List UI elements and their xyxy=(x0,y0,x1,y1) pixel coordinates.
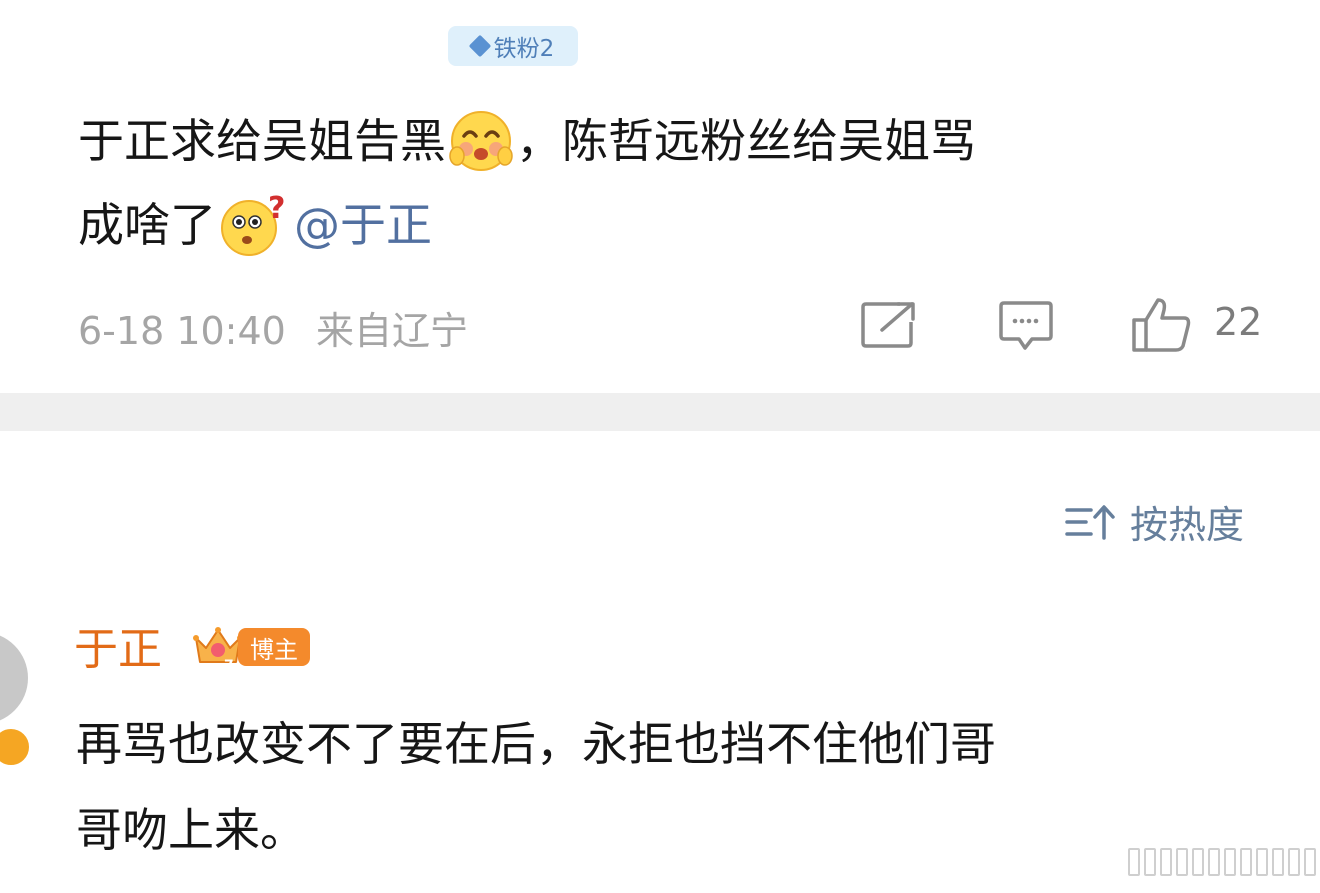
post-text-segment: ，陈哲远粉丝给吴姐骂 xyxy=(516,114,976,168)
sort-icon xyxy=(1065,504,1115,540)
watermark-bar xyxy=(1160,848,1172,876)
share-icon[interactable] xyxy=(860,300,918,350)
sort-by-hot-button[interactable]: 按热度 xyxy=(1064,494,1244,549)
watermark-bar xyxy=(1144,848,1156,876)
watermark-bar xyxy=(1128,848,1140,876)
mention-link[interactable]: @于正 xyxy=(294,195,432,255)
smiling-blush-emoji-icon xyxy=(449,111,513,171)
post-meta: 6-18 10:40 来自辽宁 xyxy=(78,300,468,355)
watermark-bar xyxy=(1224,848,1236,876)
post-text-line-1: 于正求给吴姐告黑 ，陈哲远粉丝给吴姐骂 xyxy=(78,106,976,176)
section-divider xyxy=(0,393,1320,431)
vip-badge: 7 博主 xyxy=(190,622,310,672)
comment-icon[interactable] xyxy=(998,300,1054,354)
watermark-bar xyxy=(1240,848,1252,876)
like-count: 22 xyxy=(1214,300,1263,344)
verified-badge-icon xyxy=(0,726,32,768)
watermark-bar xyxy=(1304,848,1316,876)
diamond-icon xyxy=(468,34,491,58)
post-location: 来自辽宁 xyxy=(315,309,468,353)
post-time: 6-18 10:40 xyxy=(78,309,286,353)
watermark xyxy=(1128,848,1320,876)
watermark-bar xyxy=(1272,848,1284,876)
commenter-name[interactable]: 于正 xyxy=(74,622,162,678)
post-text-segment: 于正求给吴姐告黑 xyxy=(78,114,446,168)
fan-badge-label: 铁粉2 xyxy=(493,36,555,62)
watermark-bar xyxy=(1288,848,1300,876)
post-text-line-2: 成啥了 ? @于正 xyxy=(78,192,432,258)
blogger-tag: 博主 xyxy=(238,628,310,666)
watermark-bar xyxy=(1256,848,1268,876)
watermark-bar xyxy=(1208,848,1220,876)
fan-level-badge: 铁粉2 xyxy=(448,26,578,66)
watermark-bar xyxy=(1192,848,1204,876)
vip-level: 7 xyxy=(224,658,234,672)
thumbs-up-icon[interactable] xyxy=(1130,296,1194,354)
comment-text-line-2: 哥吻上来。 xyxy=(76,803,306,857)
confused-question-emoji-icon: ? xyxy=(221,192,285,256)
svg-text:?: ? xyxy=(268,192,285,226)
avatar[interactable] xyxy=(0,632,28,724)
post-text-segment: 成啥了 xyxy=(78,198,216,252)
comment-text-line-1: 再骂也改变不了要在后，永拒也挡不住他们哥 xyxy=(76,717,996,771)
watermark-bar xyxy=(1176,848,1188,876)
sort-label: 按热度 xyxy=(1130,503,1245,547)
